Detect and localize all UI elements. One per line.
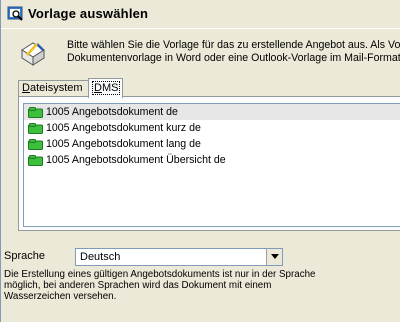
document-pen-icon: [21, 42, 45, 66]
language-label: Sprache: [4, 250, 45, 262]
language-select[interactable]: Deutsch: [75, 248, 283, 266]
tab-dms-focus: DMS: [92, 81, 121, 95]
tab-dateisystem-mnemonic: D: [22, 82, 30, 94]
dms-tab-panel: 1005 Angebotsdokument de 1005 Angebotsdo…: [18, 96, 400, 231]
chevron-down-icon: [271, 254, 279, 259]
template-folder-icon: [28, 139, 43, 150]
list-item[interactable]: 1005 Angebotsdokument de: [24, 104, 400, 120]
tab-dms-label: MS: [101, 82, 119, 94]
template-folder-icon: [28, 107, 43, 118]
template-folder-icon: [28, 155, 43, 166]
list-item[interactable]: 1005 Angebotsdokument lang de: [24, 136, 400, 152]
list-item[interactable]: 1005 Angebotsdokument kurz de: [24, 120, 400, 136]
template-search-icon: [7, 6, 23, 21]
list-item-label: 1005 Angebotsdokument Übersicht de: [46, 154, 226, 166]
list-item-label: 1005 Angebotsdokument de: [46, 106, 178, 118]
list-item-label: 1005 Angebotsdokument kurz de: [46, 122, 201, 134]
tab-dms[interactable]: DMS: [88, 78, 123, 98]
language-row: Sprache Deutsch: [4, 246, 400, 266]
note-line-2: möglich, bei anderen Sprachen wird das D…: [4, 280, 272, 291]
intro-line-2: Dokumentenvorlage in Word oder eine Outl…: [67, 52, 400, 64]
template-folder-icon: [28, 123, 43, 134]
tab-dateisystem-label: ateisystem: [29, 82, 83, 94]
template-list[interactable]: 1005 Angebotsdokument de 1005 Angebotsdo…: [23, 103, 400, 227]
intro-text: Bitte wählen Sie die Vorlage für das zu …: [67, 39, 400, 65]
title-bar[interactable]: Vorlage auswählen: [1, 0, 400, 29]
list-item-label: 1005 Angebotsdokument lang de: [46, 138, 201, 150]
language-note: Die Erstellung eines gültigen Angebotsdo…: [4, 269, 399, 302]
note-line-3: Wasserzeichen versehen.: [4, 291, 117, 302]
window-title: Vorlage auswählen: [28, 6, 149, 21]
note-line-1: Die Erstellung eines gültigen Angebotsdo…: [4, 269, 316, 280]
language-dropdown-button[interactable]: [266, 249, 282, 265]
list-item[interactable]: 1005 Angebotsdokument Übersicht de: [24, 152, 400, 168]
title-divider: [1, 28, 400, 29]
language-select-value: Deutsch: [80, 251, 121, 263]
dialog-window: Vorlage auswählen Bitte wählen Sie die V…: [0, 0, 400, 322]
tab-dms-mnemonic: D: [94, 82, 102, 94]
tab-dateisystem[interactable]: Dateisystem: [18, 80, 89, 96]
intro-line-1: Bitte wählen Sie die Vorlage für das zu …: [67, 39, 400, 51]
